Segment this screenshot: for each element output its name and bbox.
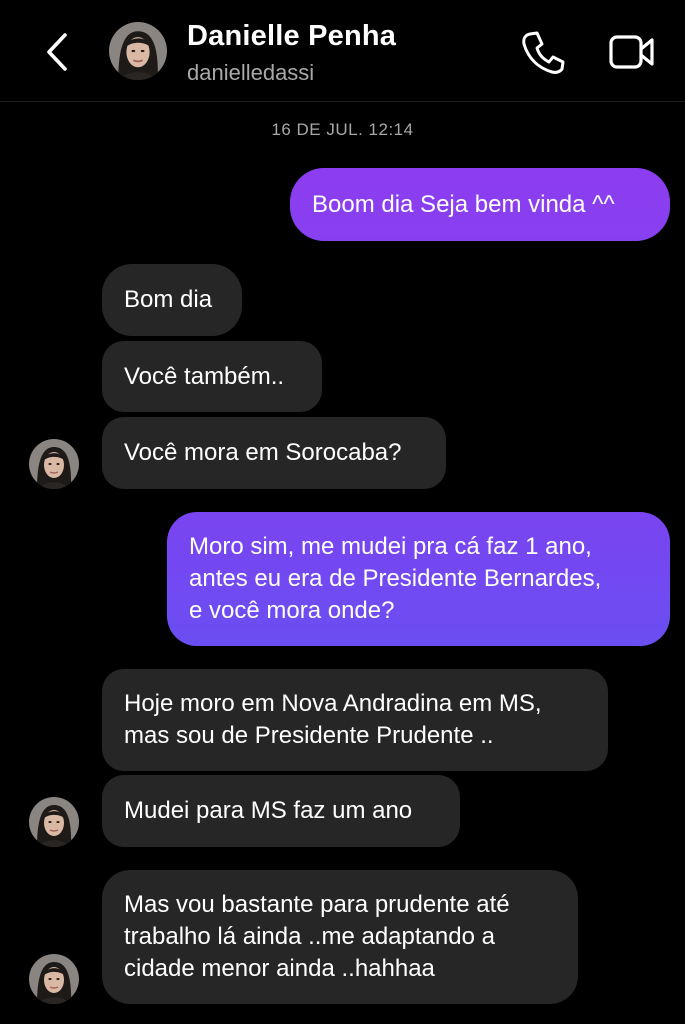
message-outgoing[interactable]: Moro sim, me mudei pra cá faz 1 ano, ant… (167, 512, 670, 646)
contact-name[interactable]: Danielle Penha (187, 20, 396, 53)
message-incoming[interactable]: Bom dia (102, 264, 242, 336)
contact-username[interactable]: danielledassi (187, 60, 314, 86)
back-button[interactable] (38, 30, 78, 74)
chevron-left-icon (47, 33, 67, 71)
message-incoming[interactable]: Você também.. (102, 341, 322, 412)
phone-icon (522, 31, 565, 74)
contact-avatar-small (29, 439, 79, 489)
video-call-button[interactable] (606, 30, 658, 74)
call-button[interactable] (518, 28, 568, 76)
chat-header: Danielle Penha danielledassi (0, 0, 685, 102)
contact-avatar[interactable] (109, 22, 167, 80)
message-incoming[interactable]: Mas vou bastante para prudente até traba… (102, 870, 578, 1004)
message-incoming[interactable]: Mudei para MS faz um ano (102, 775, 460, 847)
contact-avatar-small (29, 797, 79, 847)
message-incoming[interactable]: Você mora em Sorocaba? (102, 417, 446, 489)
message-outgoing[interactable]: Boom dia Seja bem vinda ^^ (290, 168, 670, 241)
contact-avatar-small (29, 954, 79, 1004)
video-camera-icon (609, 35, 654, 69)
message-incoming[interactable]: Hoje moro em Nova Andradina em MS, mas s… (102, 669, 608, 771)
message-timestamp: 16 DE JUL. 12:14 (271, 120, 414, 139)
